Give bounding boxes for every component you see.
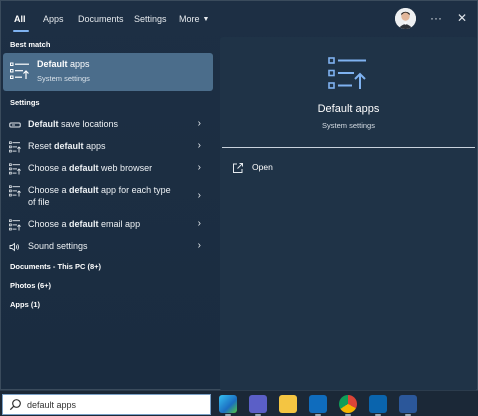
setting-row-default-web-browser[interactable]: Choose a default web browser › — [3, 160, 213, 176]
chevron-right-icon: › — [197, 140, 201, 151]
tab-documents[interactable]: Documents — [78, 10, 124, 28]
category-photos[interactable]: Photos (6+) — [10, 281, 51, 290]
search-tabs-bar: All Apps Documents Settings More ▼ ··· ✕ — [1, 1, 478, 37]
file-explorer-icon[interactable] — [279, 395, 297, 413]
chevron-right-icon: › — [197, 190, 201, 201]
chevron-right-icon: › — [197, 162, 201, 173]
chevron-right-icon: › — [197, 240, 201, 251]
default-apps-icon — [328, 57, 366, 89]
chrome-icon[interactable] — [339, 395, 357, 413]
results-list: Best match Default apps System settings … — [1, 37, 214, 391]
default-apps-icon — [10, 62, 29, 79]
more-options-icon[interactable]: ··· — [425, 7, 447, 29]
outlook-alt-icon[interactable] — [369, 395, 387, 413]
word-icon[interactable] — [399, 395, 417, 413]
settings-header: Settings — [10, 98, 40, 107]
setting-row-label: Default save locations — [28, 119, 119, 129]
start-search-panel: All Apps Documents Settings More ▼ ··· ✕ … — [0, 0, 478, 391]
drive-icon — [9, 122, 21, 128]
category-apps[interactable]: Apps (1) — [10, 300, 40, 309]
search-icon — [9, 399, 21, 411]
taskbar — [0, 390, 478, 416]
close-icon[interactable]: ✕ — [451, 7, 473, 29]
tab-apps[interactable]: Apps — [43, 10, 64, 28]
setting-row-label: Choose a default app for each type of fil… — [28, 185, 171, 207]
chevron-right-icon: › — [197, 218, 201, 229]
setting-row-label: Choose a default email app — [28, 219, 141, 229]
speaker-icon — [9, 242, 19, 252]
list-icon — [9, 141, 21, 153]
chevron-right-icon: › — [197, 118, 201, 129]
result-detail-pane: Default apps System settings Open — [220, 37, 477, 391]
detail-subtitle: System settings — [322, 121, 375, 130]
detail-divider — [222, 147, 475, 148]
setting-row-label: Sound settings — [28, 241, 88, 251]
avatar[interactable] — [395, 8, 416, 29]
edge-icon[interactable] — [219, 395, 237, 413]
best-match-title-rest: apps — [67, 59, 90, 69]
search-input[interactable] — [27, 398, 207, 412]
setting-row-default-save-locations[interactable]: Default save locations › — [3, 116, 213, 132]
setting-row-label: Reset default apps — [28, 141, 106, 151]
open-label: Open — [252, 162, 273, 172]
tab-more[interactable]: More ▼ — [179, 10, 209, 28]
setting-row-reset-default-apps[interactable]: Reset default apps › — [3, 138, 213, 154]
detail-title: Default apps — [317, 103, 380, 115]
tab-settings[interactable]: Settings — [134, 10, 167, 28]
tab-more-label: More — [179, 14, 200, 24]
setting-row-label: Choose a default web browser — [28, 163, 153, 173]
active-tab-indicator — [13, 30, 29, 32]
outlook-icon[interactable] — [309, 395, 327, 413]
setting-row-sound-settings[interactable]: Sound settings › — [3, 238, 213, 254]
list-icon — [9, 185, 21, 197]
best-match-result[interactable]: Default apps System settings — [3, 53, 213, 91]
tab-all[interactable]: All — [14, 10, 26, 28]
best-match-title-bold: Default — [37, 59, 68, 69]
best-match-title: Default apps — [37, 59, 90, 69]
best-match-subtitle: System settings — [37, 74, 90, 83]
setting-row-default-email-app[interactable]: Choose a default email app › — [3, 216, 213, 232]
teams-icon[interactable] — [249, 395, 267, 413]
chevron-down-icon: ▼ — [202, 16, 210, 23]
taskbar-search-box[interactable] — [2, 394, 211, 415]
list-icon — [9, 219, 21, 231]
open-external-icon — [233, 163, 243, 173]
best-match-header: Best match — [10, 40, 51, 49]
setting-row-default-app-per-file-type[interactable]: Choose a default app for each type of fil… — [3, 182, 213, 210]
list-icon — [9, 163, 21, 175]
category-documents[interactable]: Documents - This PC (8+) — [10, 262, 101, 271]
